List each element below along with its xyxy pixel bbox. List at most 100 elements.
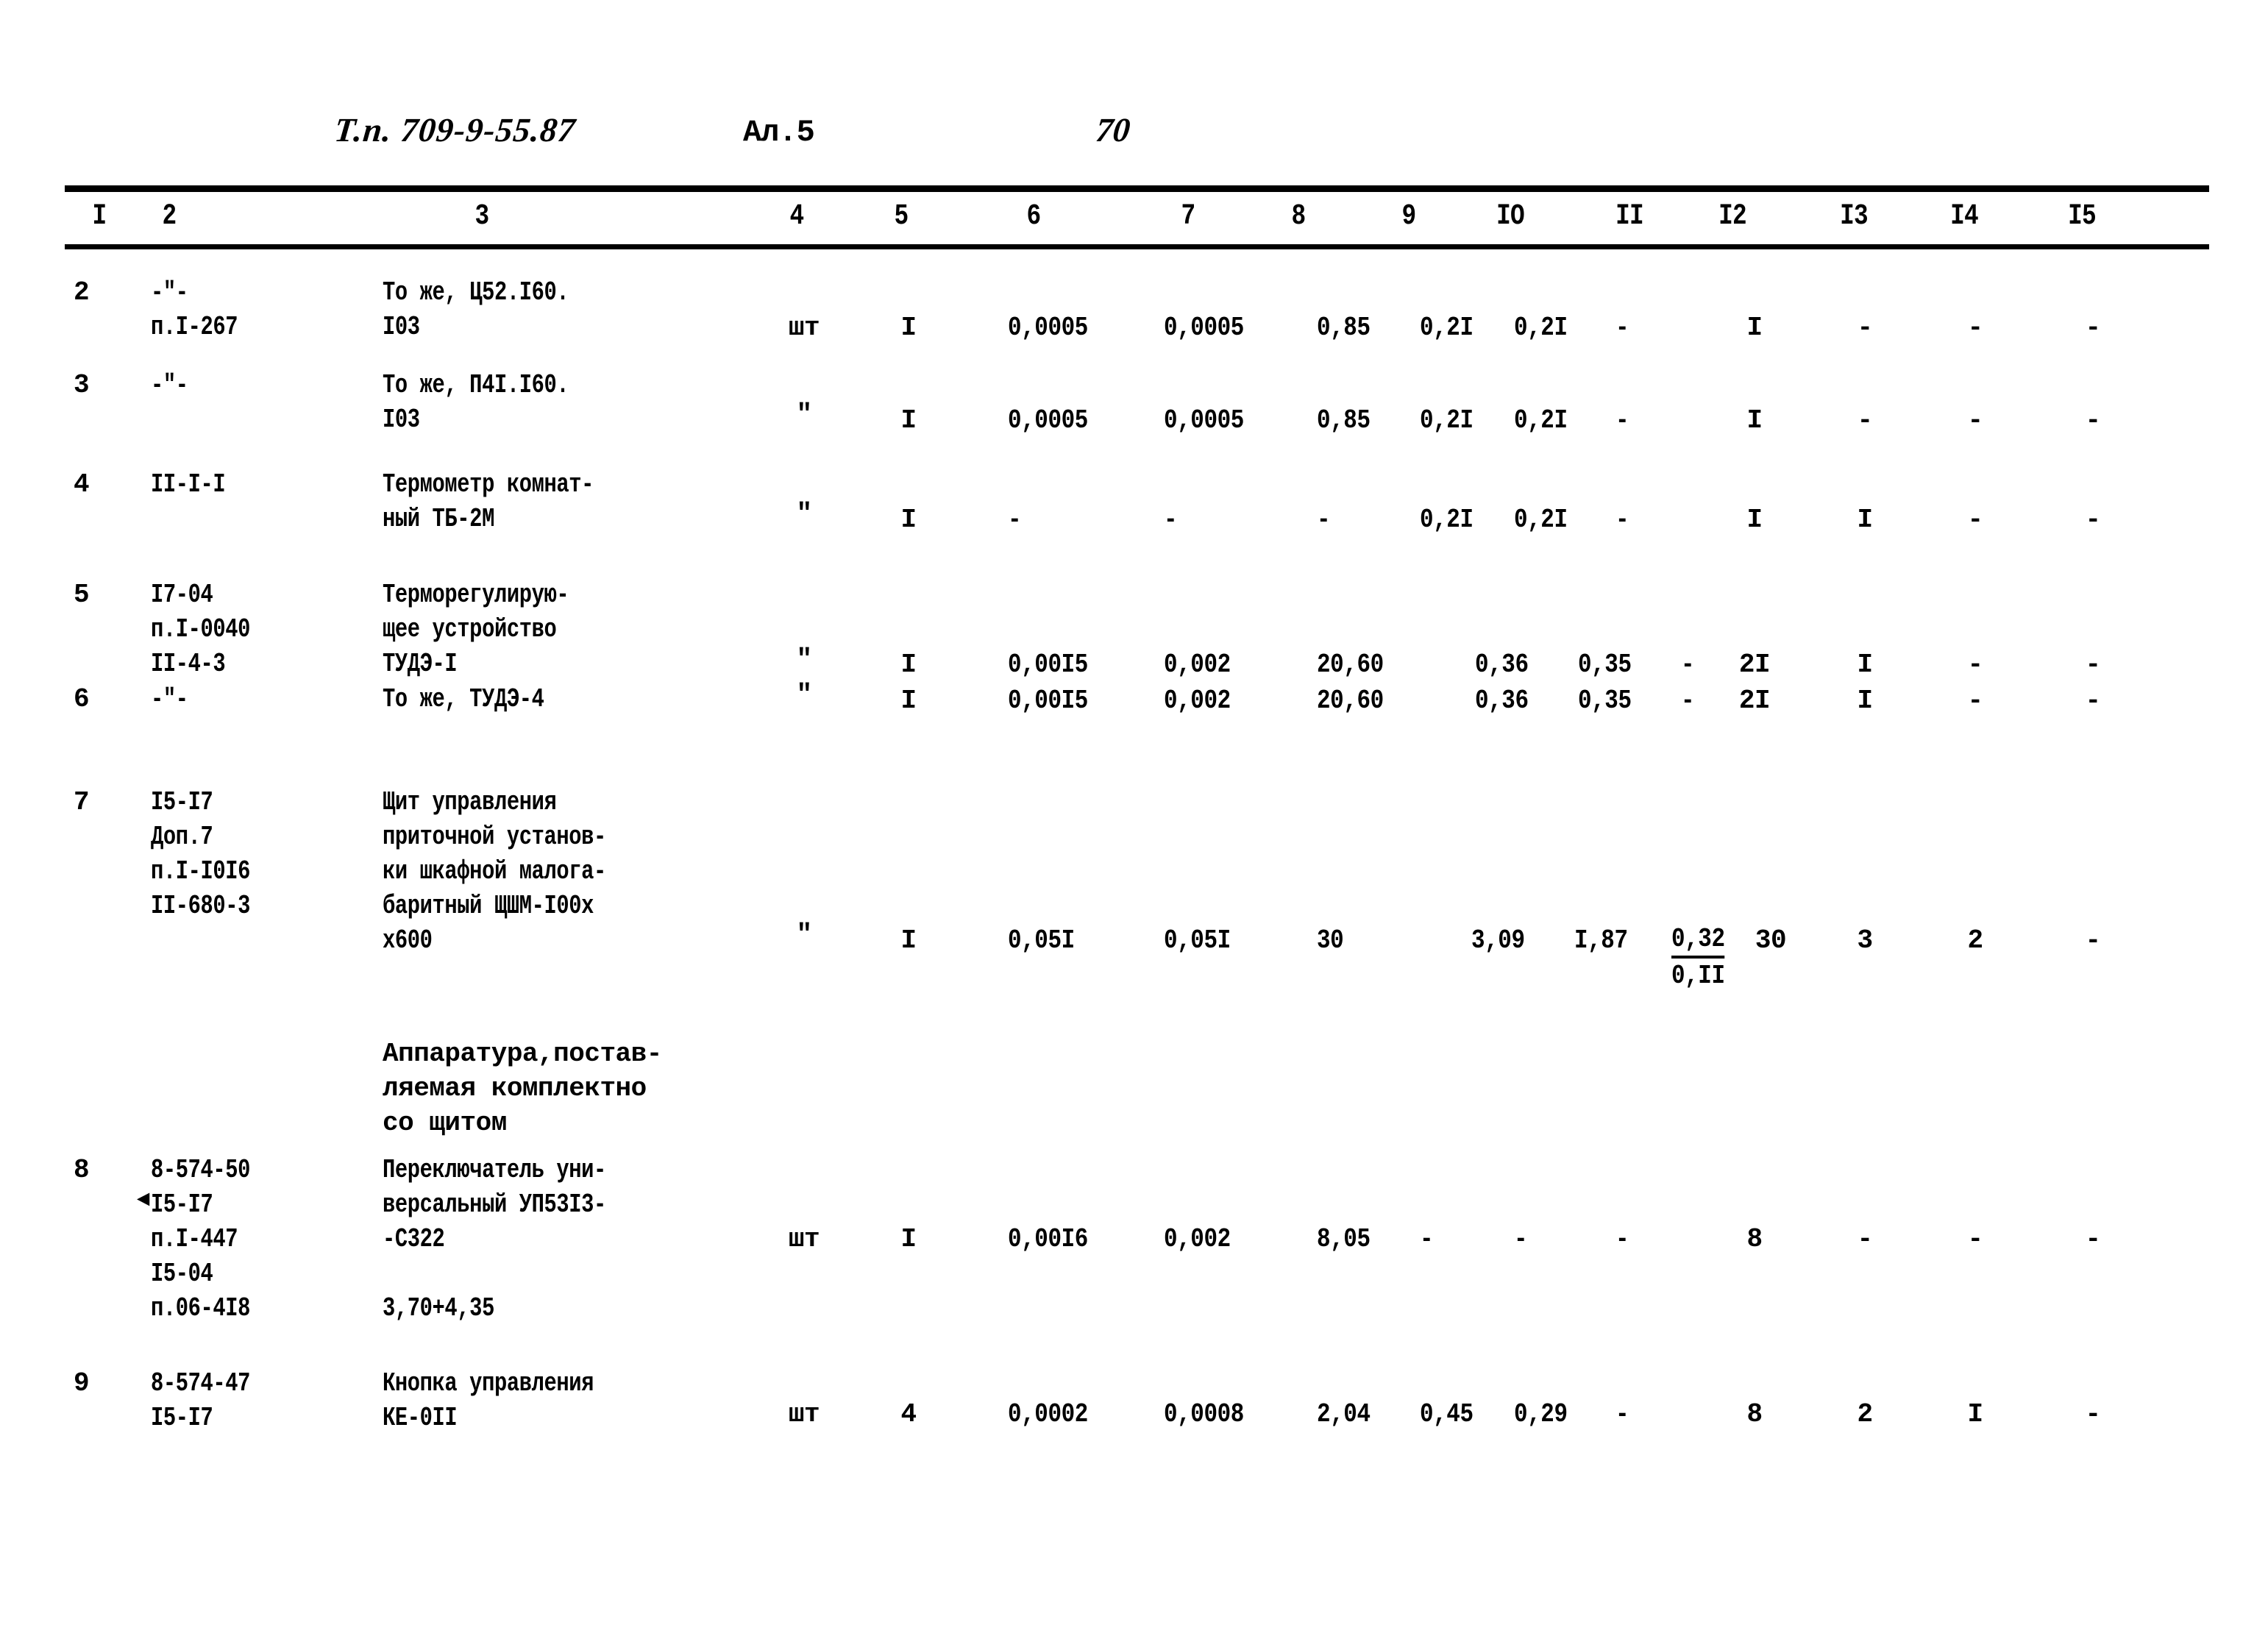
row-code: -"- п.I-267: [151, 277, 238, 342]
row-code: I5-I7 Доп.7 п.I-I0I6 II-680-3: [151, 787, 251, 921]
row-position: 4: [74, 469, 90, 499]
column-header-4: 4: [789, 200, 805, 233]
row-col10: 0,36: [1475, 650, 1529, 680]
table-row: 2 -"- п.I-267 То же, Ц52.I60. I03 шт I 0…: [0, 265, 2268, 368]
row-col12: 2I: [1738, 650, 1771, 680]
page-number: 70: [1094, 111, 1132, 149]
row-col10: 0,2I: [1514, 313, 1568, 343]
row-col8: 0,85: [1317, 405, 1371, 435]
column-header-6: 6: [1026, 200, 1042, 233]
row-unit: ": [796, 680, 812, 710]
row-qty: I: [900, 313, 917, 343]
row-code: 8-574-50 I5-I7 п.I-447 I5-04 п.06-4I8: [151, 1155, 251, 1323]
row-name: То же, П4I.I60. I03: [383, 370, 569, 435]
row-col7: 0,0005: [1164, 405, 1244, 435]
row-col11: -: [1615, 505, 1629, 535]
row-col13: I: [1857, 505, 1873, 535]
note-row: Аппаратура,постав- ляемая комплектно со …: [0, 998, 2268, 1153]
row-col11: -: [1615, 1224, 1629, 1254]
column-header-14: I4: [1950, 200, 1979, 233]
row-name: Щит управления приточной установ- ки шка…: [383, 787, 606, 956]
column-header-11: II: [1615, 200, 1644, 233]
table-row: 5 I7-04 п.I-0040 II-4-3 Терморегулирую- …: [0, 577, 2268, 682]
row-col14: -: [1967, 405, 1983, 435]
row-col9: 0,2I: [1420, 313, 1474, 343]
row-col7: 0,0008: [1164, 1399, 1244, 1429]
row-col11: -: [1615, 313, 1629, 343]
row-col11: 0,35: [1578, 686, 1632, 716]
row-col15: -: [2085, 1224, 2101, 1254]
row-col12-dash: -: [1681, 686, 1695, 716]
row-position: 9: [74, 1368, 90, 1398]
row-col8: 30: [1317, 925, 1344, 956]
row-col13: I: [1857, 686, 1873, 716]
row-col6: 0,00I5: [1008, 686, 1088, 716]
column-header-15: I5: [2068, 200, 2097, 233]
row-name: То же, Ц52.I60. I03: [383, 277, 569, 342]
row-col13: -: [1857, 1224, 1873, 1254]
row-code: 8-574-47 I5-I7: [151, 1368, 251, 1433]
row-col13: I: [1857, 650, 1873, 680]
row-col14: -: [1967, 686, 1983, 716]
row-col14: 2: [1967, 925, 1983, 956]
row-col14: -: [1967, 1224, 1983, 1254]
row-col7: 0,0005: [1164, 313, 1244, 343]
row-col8: 20,60: [1317, 650, 1384, 680]
row-col7: -: [1164, 505, 1178, 535]
fraction-denominator: 0,II: [1671, 961, 1725, 991]
row-col12: 8: [1746, 1224, 1763, 1254]
row-unit: шт: [788, 313, 820, 343]
row-code: II-I-I: [151, 469, 226, 499]
column-header-10: IO: [1496, 200, 1525, 233]
row-col13: -: [1857, 313, 1873, 343]
table-column-headers: I 2 3 4 5 6 7 8 9 IO II I2 I3 I4 I5: [0, 200, 2268, 241]
document-code: Т.п. 709-9-55.87: [333, 111, 578, 149]
row-col13: -: [1857, 405, 1873, 435]
row-position: 6: [74, 684, 90, 714]
row-col10: -: [1514, 1224, 1528, 1254]
row-col15: -: [2085, 313, 2101, 343]
row-col15: -: [2085, 686, 2101, 716]
row-unit: ": [796, 499, 812, 529]
row-qty: I: [900, 505, 917, 535]
column-header-2: 2: [162, 200, 177, 233]
row-col6: -: [1008, 505, 1022, 535]
row-col13: 3: [1857, 925, 1873, 956]
table-top-rule: [65, 185, 2209, 192]
row-col9: 0,2I: [1420, 405, 1474, 435]
row-col7: 0,002: [1164, 1224, 1231, 1254]
row-unit: ": [796, 399, 812, 430]
row-col8: 2,04: [1317, 1399, 1371, 1429]
column-header-7: 7: [1181, 200, 1196, 233]
row-col12: 8: [1746, 1399, 1763, 1429]
row-position: 2: [74, 277, 90, 307]
row-qty: 4: [900, 1399, 917, 1429]
row-col9: 0,2I: [1420, 505, 1474, 535]
row-qty: I: [900, 405, 917, 435]
table-row: 3 -"- То же, П4I.I60. I03 " I 0,0005 0,0…: [0, 368, 2268, 467]
row-name-extra: 3,70+4,35: [383, 1293, 494, 1323]
row-col7: 0,002: [1164, 650, 1231, 680]
row-col8: -: [1317, 505, 1331, 535]
row-col10: 0,2I: [1514, 405, 1568, 435]
album-label: Ал.5: [743, 115, 815, 150]
row-col15: -: [2085, 925, 2101, 956]
row-col15: -: [2085, 505, 2101, 535]
row-position: 7: [74, 787, 90, 817]
row-qty: I: [900, 925, 917, 956]
column-header-12: I2: [1718, 200, 1747, 233]
table-row: 8 ◄ 8-574-50 I5-I7 п.I-447 I5-04 п.06-4I…: [0, 1153, 2268, 1366]
table-row: 4 II-I-I Термометр комнат- ный ТБ-2М " I…: [0, 467, 2268, 577]
table-row: 7 I5-I7 Доп.7 п.I-I0I6 II-680-3 Щит упра…: [0, 785, 2268, 998]
table-body: 2 -"- п.I-267 То же, Ц52.I60. I03 шт I 0…: [0, 265, 2268, 1498]
column-header-13: I3: [1840, 200, 1869, 233]
row-col6: 0,0005: [1008, 405, 1088, 435]
row-col15: -: [2085, 650, 2101, 680]
row-col15: -: [2085, 405, 2101, 435]
row-col6: 0,0002: [1008, 1399, 1088, 1429]
row-qty: I: [900, 650, 917, 680]
row-col8: 8,05: [1317, 1224, 1371, 1254]
row-col10: 0,36: [1475, 686, 1529, 716]
row-position: 8: [74, 1155, 90, 1185]
row-col6: 0,0005: [1008, 313, 1088, 343]
